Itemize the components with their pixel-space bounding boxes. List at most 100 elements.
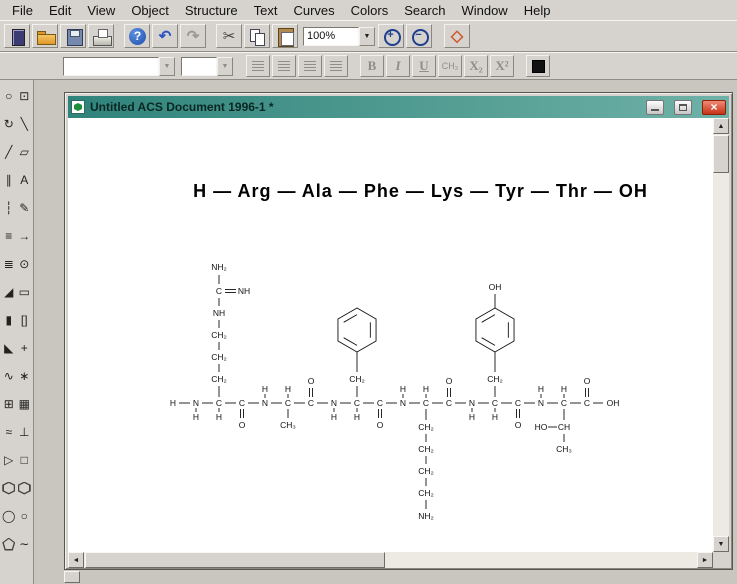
zoom-out-button[interactable] — [406, 24, 432, 48]
svg-text:O: O — [446, 376, 453, 386]
tool-solid-bond[interactable]: ╲ — [18, 114, 32, 134]
tool-triangle[interactable]: ▷ — [2, 450, 16, 470]
tool-circle[interactable]: ○ — [18, 506, 32, 526]
new-document-button[interactable] — [4, 24, 30, 48]
menu-file[interactable]: File — [4, 1, 41, 20]
minimize-button[interactable] — [646, 99, 664, 115]
tool-pen[interactable]: ✎ — [18, 198, 32, 218]
tool-hollow-wedge-bond[interactable]: ◣ — [2, 338, 16, 358]
vertical-scroll-thumb[interactable] — [713, 135, 729, 173]
tool-rotate[interactable]: ↻ — [2, 114, 16, 134]
tool-arrow[interactable]: → — [18, 226, 32, 246]
scroll-right-button[interactable]: ► — [697, 552, 713, 568]
menu-search[interactable]: Search — [396, 1, 453, 20]
svg-text:NH: NH — [213, 308, 225, 318]
bold-button[interactable]: B — [360, 55, 384, 77]
open-button[interactable] — [32, 24, 58, 48]
menu-colors[interactable]: Colors — [343, 1, 397, 20]
tool-eraser[interactable]: ▱ — [18, 142, 32, 162]
undo-button[interactable]: ↶ — [152, 24, 178, 48]
diamond-template-button[interactable]: ◇ — [444, 24, 470, 48]
copy-button[interactable] — [244, 24, 270, 48]
tool-text[interactable]: A — [18, 170, 32, 190]
menu-edit[interactable]: Edit — [41, 1, 79, 20]
close-button[interactable]: × — [702, 99, 726, 115]
help-button[interactable] — [124, 24, 150, 48]
menu-text[interactable]: Text — [246, 1, 286, 20]
align-right-button[interactable] — [298, 55, 322, 77]
svg-text:NH: NH — [238, 286, 250, 296]
tool-pentagon[interactable] — [2, 534, 16, 554]
document-window: Untitled ACS Document 1996-1 * × H — Arg… — [64, 92, 733, 570]
document-page[interactable]: H — Arg — Ala — Phe — Lys — Tyr — Thr — … — [68, 118, 713, 552]
vertical-scrollbar[interactable]: ▲ ▼ — [713, 118, 729, 552]
tool-wedge-bond[interactable]: ◢ — [2, 282, 16, 302]
tool-oval[interactable]: ◯ — [2, 506, 16, 526]
menu-help[interactable]: Help — [516, 1, 559, 20]
tool-hashed-bond[interactable]: ≡ — [2, 226, 16, 246]
formula-button[interactable]: CH₂ — [438, 55, 462, 77]
font-family-combobox: ▼ — [63, 56, 175, 76]
tool-pin[interactable]: ⊥ — [18, 422, 32, 442]
font-family-value[interactable] — [63, 56, 159, 76]
tool-dashed-bond[interactable]: ┆ — [2, 198, 16, 218]
print-button[interactable] — [88, 24, 114, 48]
align-justify-button[interactable] — [324, 55, 348, 77]
svg-text:CH: CH — [558, 422, 570, 432]
menu-view[interactable]: View — [79, 1, 123, 20]
font-family-dropdown-button[interactable]: ▼ — [159, 56, 175, 76]
menu-curves[interactable]: Curves — [285, 1, 342, 20]
tool-freehand[interactable]: ∼ — [18, 534, 32, 554]
scroll-down-button[interactable]: ▼ — [713, 536, 729, 552]
cut-button[interactable]: ✂ — [216, 24, 242, 48]
font-size-value[interactable] — [181, 56, 217, 76]
align-left-button[interactable] — [246, 55, 270, 77]
svg-text:CH₂: CH₂ — [487, 374, 503, 384]
tool-lasso[interactable]: ○ — [2, 86, 16, 106]
zoom-input[interactable] — [303, 26, 359, 46]
superscript-button[interactable]: X² — [490, 55, 514, 77]
font-size-dropdown-button[interactable]: ▼ — [217, 56, 233, 76]
tool-plus[interactable]: + — [18, 338, 32, 358]
tool-hexagon[interactable] — [2, 478, 16, 498]
underline-button[interactable]: U — [412, 55, 436, 77]
tool-bracket[interactable]: [] — [18, 310, 32, 330]
align-center-button[interactable] — [272, 55, 296, 77]
scroll-left-button[interactable]: ◄ — [68, 552, 84, 568]
zoom-in-button[interactable] — [378, 24, 404, 48]
tool-bold-bond[interactable]: ▮ — [2, 310, 16, 330]
tool-cyclohexane[interactable] — [17, 478, 32, 498]
scroll-up-button[interactable]: ▲ — [713, 118, 729, 134]
save-button[interactable] — [60, 24, 86, 48]
tool-symbol[interactable]: ∗ — [18, 366, 32, 386]
svg-text:CH₂: CH₂ — [211, 374, 227, 384]
maximize-button[interactable] — [674, 99, 692, 115]
tool-marquee[interactable]: ⊡ — [18, 86, 32, 106]
menu-window[interactable]: Window — [453, 1, 515, 20]
tool-hashed-wedge-bond[interactable]: ≣ — [2, 254, 16, 274]
tool-curve[interactable]: ≈ — [2, 422, 16, 442]
paste-button[interactable] — [272, 24, 298, 48]
svg-text:N: N — [538, 398, 544, 408]
tool-single-bond[interactable]: ╱ — [2, 142, 16, 162]
horizontal-scroll-thumb[interactable] — [85, 552, 385, 568]
tool-wavy-bond[interactable]: ∿ — [2, 366, 16, 386]
svg-text:C: C — [584, 398, 590, 408]
italic-button[interactable]: I — [386, 55, 410, 77]
mdi-corner-button[interactable] — [64, 571, 80, 583]
window-titlebar[interactable]: Untitled ACS Document 1996-1 * × — [68, 96, 729, 118]
tool-orbital[interactable]: ⊙ — [18, 254, 32, 274]
menu-object[interactable]: Object — [123, 1, 177, 20]
menu-structure[interactable]: Structure — [177, 1, 246, 20]
svg-text:H: H — [331, 412, 337, 422]
redo-button[interactable]: ↷ — [180, 24, 206, 48]
horizontal-scrollbar[interactable]: ◄ ► — [68, 552, 713, 568]
zoom-dropdown-button[interactable]: ▼ — [359, 26, 375, 46]
tool-multiple-bond[interactable]: ∥ — [2, 170, 16, 190]
tool-rectangle[interactable]: □ — [18, 450, 32, 470]
tool-rounded-rectangle[interactable]: ▭ — [18, 282, 32, 302]
tool-table[interactable]: ⊞ — [2, 394, 16, 414]
subscript-button[interactable]: X₂ — [464, 55, 488, 77]
tool-selection-frame[interactable]: ▦ — [18, 394, 32, 414]
color-swatch-button[interactable] — [526, 55, 550, 77]
